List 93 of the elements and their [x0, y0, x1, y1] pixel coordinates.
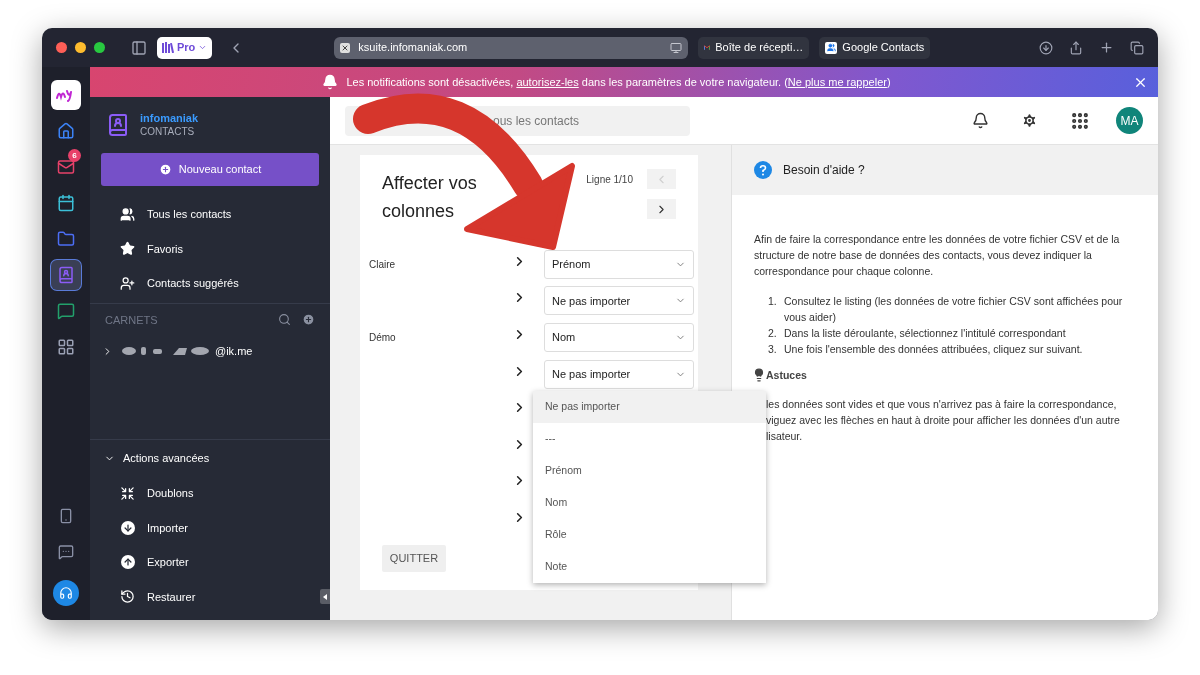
downloads-icon[interactable] — [1039, 40, 1053, 55]
site-favicon — [340, 42, 351, 53]
add-circle-icon[interactable] — [302, 313, 315, 327]
support-button[interactable] — [53, 580, 79, 606]
action-item[interactable]: Doublons — [90, 476, 330, 511]
upload-icon — [120, 555, 135, 570]
field-select[interactable]: Ne pas importer — [544, 286, 694, 316]
unread-badge: 6 — [68, 149, 81, 162]
collapse-sidebar-handle[interactable] — [320, 589, 330, 604]
action-item[interactable]: Restaurer — [90, 579, 330, 614]
nav-item[interactable]: Tous les contacts — [90, 197, 330, 232]
apps-grid-icon — [57, 338, 75, 356]
headset-icon — [59, 586, 73, 600]
brand-name: infomaniak — [140, 111, 199, 125]
user-plus-icon — [120, 275, 135, 291]
settings-icon[interactable] — [1021, 112, 1038, 129]
calendar-icon — [57, 194, 75, 212]
library-icon — [162, 42, 174, 53]
dropdown-option[interactable]: Prénom — [533, 455, 766, 487]
action-item[interactable]: Importer — [90, 510, 330, 545]
users-icon — [120, 206, 135, 222]
help-icon — [754, 161, 772, 179]
product-name: CONTACTS — [140, 125, 196, 139]
advanced-actions-toggle[interactable]: Actions avancées — [90, 450, 330, 467]
chat-icon — [57, 302, 75, 320]
feedback-icon[interactable] — [58, 544, 74, 560]
sidebar-toggle-icon[interactable] — [131, 39, 147, 56]
dropdown-option[interactable]: Note — [533, 551, 766, 583]
shrink-icon — [120, 485, 135, 501]
nav-item[interactable]: Favoris — [90, 231, 330, 266]
csv-column-value: Claire — [369, 258, 396, 270]
next-row-button[interactable] — [647, 199, 676, 219]
new-contact-button[interactable]: Nouveau contact — [101, 153, 319, 186]
device-icon[interactable] — [58, 508, 74, 524]
step-text: Consultez le listing (les données de votre fichier CSV sont affichées pour vous aider) — [784, 294, 1124, 325]
dropdown-option[interactable]: --- — [533, 423, 766, 455]
history-icon — [120, 589, 135, 605]
step-text: Une fois l'ensemble des données attribuées, cliquez sur suivant. — [784, 342, 1083, 357]
mail-icon — [57, 158, 75, 176]
share-icon[interactable] — [1069, 40, 1083, 55]
step-text: Dans la liste déroulante, sélectionnez l'intitulé correspondant — [784, 326, 1066, 341]
dropdown-option[interactable]: Nom — [533, 487, 766, 519]
rail-app-button[interactable]: 6 — [51, 152, 81, 182]
step-number: 2. — [768, 326, 778, 341]
tips-title: Astuces — [766, 368, 807, 383]
field-select[interactable]: Ne pas importer — [544, 359, 694, 389]
address-book-item[interactable]: @ik.me — [90, 344, 330, 358]
tip-line: les données sont vides et que vous n'arrivez pas à faire la correspondance, — [766, 397, 1118, 412]
tab-overview-icon[interactable] — [1130, 40, 1144, 55]
bell-icon[interactable] — [972, 112, 989, 129]
dropdown-option[interactable]: Ne pas importer — [533, 391, 766, 423]
search-icon[interactable] — [278, 313, 291, 327]
contacts-book-icon — [106, 113, 130, 137]
browser-tab[interactable]: Boîte de récepti… — [698, 36, 810, 59]
help-title: Besoin d'aide ? — [783, 162, 865, 179]
contacts-book-icon — [57, 266, 75, 284]
nav-item[interactable]: Contacts suggérés — [90, 266, 330, 301]
field-select[interactable]: Prénom — [544, 249, 694, 279]
apps-grid-icon[interactable] — [1070, 110, 1090, 131]
chevron-down-icon — [198, 43, 208, 52]
browser-tab[interactable]: Google Contacts — [819, 36, 931, 59]
new-tab-icon[interactable] — [1099, 40, 1114, 55]
action-item[interactable]: Exporter — [90, 545, 330, 580]
quit-button[interactable]: QUITTER — [382, 545, 446, 572]
card-title: Affecter vos colonnes — [382, 172, 478, 223]
section-heading: CARNETS — [105, 312, 159, 328]
step-number: 3. — [768, 342, 778, 357]
address-book-name: @ik.me — [215, 343, 253, 359]
bell-icon — [322, 74, 339, 90]
help-paragraph: Afin de faire la correspondance entre les données de votre fichier CSV et de la structure de notre base de données des contacts, vous devez indiquer la correspondance pour chaque colonne. — [754, 232, 1121, 279]
home-icon — [57, 122, 75, 140]
row-counter: Ligne 1/10 — [586, 172, 633, 187]
mail-logo-icon — [704, 43, 711, 52]
user-avatar[interactable]: MA — [1116, 107, 1143, 134]
csv-column-value: Démo — [369, 332, 396, 343]
contact-logo-icon — [825, 41, 838, 54]
step-number: 1. — [768, 294, 778, 309]
profile-button[interactable]: Pro — [157, 36, 213, 59]
my-app-logo[interactable] — [51, 80, 81, 110]
field-select[interactable]: Nom — [544, 323, 694, 352]
address-text: ksuite.infomaniak.com — [358, 40, 469, 56]
download-icon — [120, 520, 135, 535]
star-icon — [120, 241, 135, 257]
banner-message: Les notifications sont désactivées, autorisez-les dans les paramètres de votre navigateur. (Ne plus me rappeler) — [346, 74, 891, 90]
tip-line: viguez avec les flèches en haut à droite pour afficher les données d'un autre — [766, 413, 1121, 428]
plus-circle-icon — [158, 163, 172, 176]
folder-icon — [57, 230, 75, 248]
lightbulb-icon — [752, 368, 766, 382]
dropdown-option[interactable]: Rôle — [533, 519, 766, 551]
allow-notifications-link[interactable]: autorisez-les — [516, 75, 579, 88]
address-bar[interactable]: ksuite.infomaniak.com — [334, 36, 689, 59]
reader-icon[interactable] — [670, 41, 683, 54]
tip-line: lisateur. — [766, 429, 804, 444]
